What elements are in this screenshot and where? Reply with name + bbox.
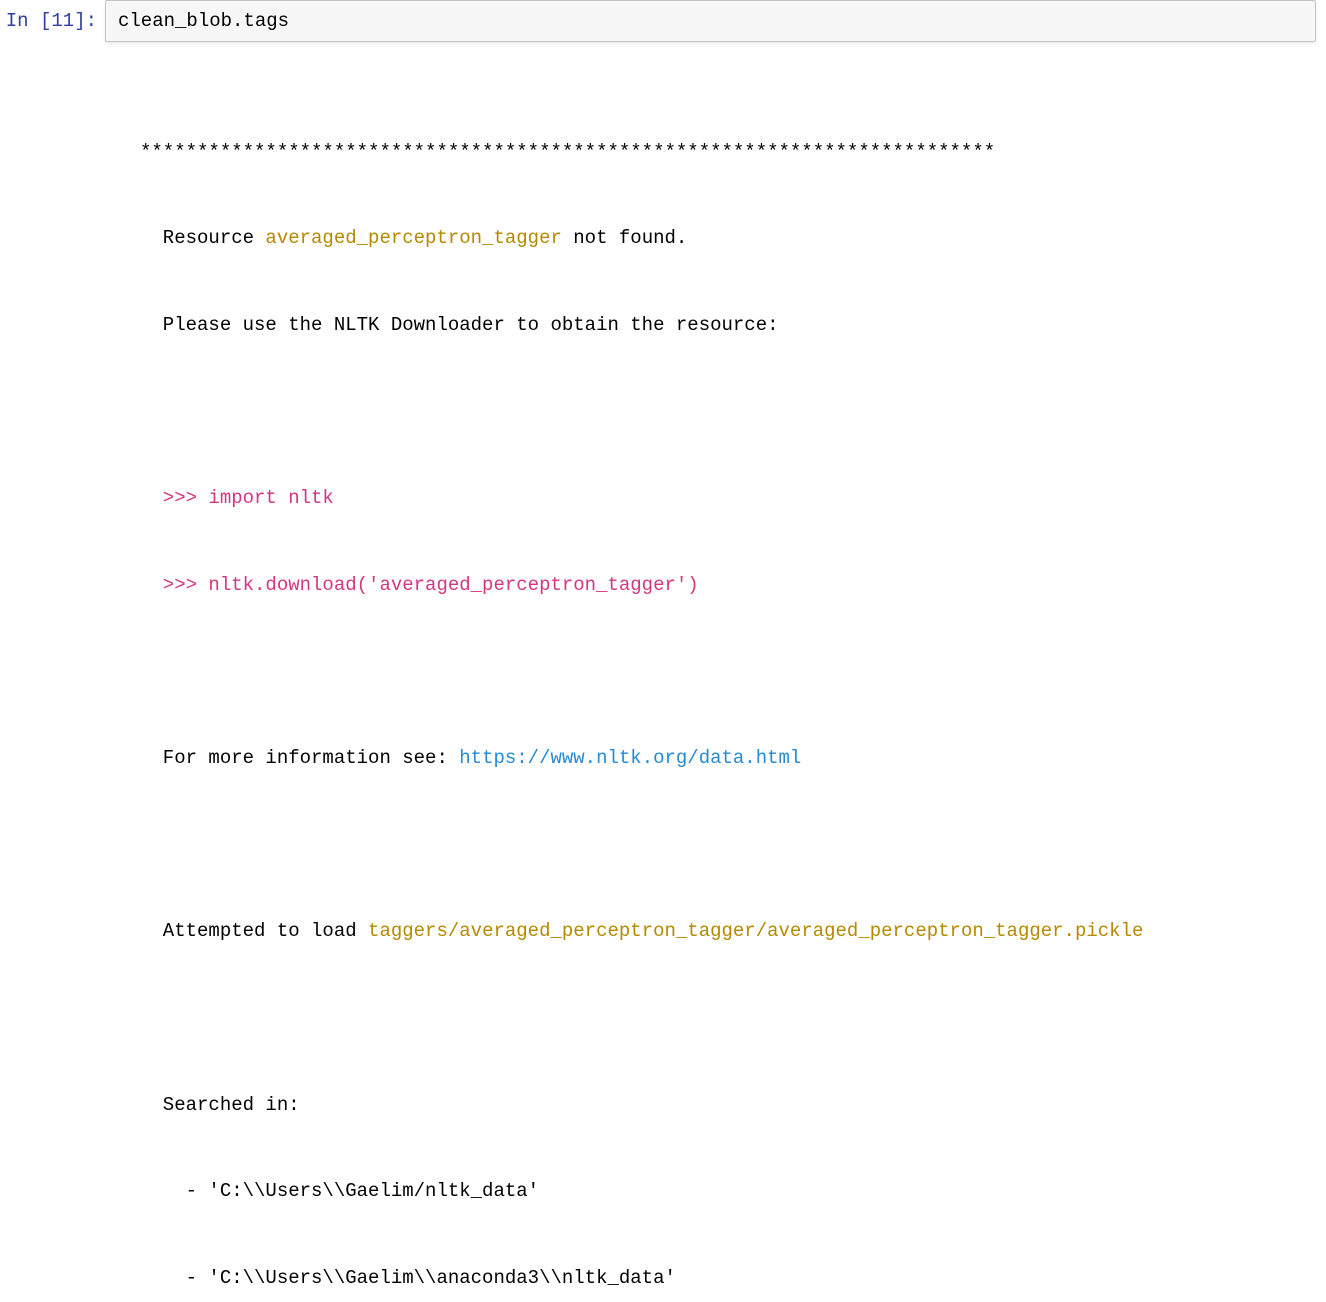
code-cell: In [11]: clean_blob.tags: [0, 0, 1326, 42]
output-stars: ****************************************…: [140, 138, 1326, 167]
output-please-line: Please use the NLTK Downloader to obtain…: [140, 311, 1326, 340]
resource-name: averaged_perceptron_tagger: [265, 227, 561, 249]
code-input[interactable]: clean_blob.tags: [105, 0, 1316, 42]
output-attempted-line: Attempted to load taggers/averaged_perce…: [140, 917, 1326, 946]
info-prefix: For more information see:: [140, 747, 459, 769]
output-searched-path-1: - 'C:\\Users\\Gaelim\\anaconda3\\nltk_da…: [140, 1264, 1326, 1293]
notebook-container: In [11]: clean_blob.tags ***************…: [0, 0, 1326, 651]
prompt-label: In [11]:: [6, 10, 97, 32]
output-resource-line: Resource averaged_perceptron_tagger not …: [140, 224, 1326, 253]
output-searched-label: Searched in:: [140, 1091, 1326, 1120]
output-code-line-1: >>> import nltk: [140, 484, 1326, 513]
output-blank: [140, 398, 1326, 427]
input-prompt: In [11]:: [0, 0, 105, 42]
info-url[interactable]: https://www.nltk.org/data.html: [459, 747, 801, 769]
output-searched-path-0: - 'C:\\Users\\Gaelim/nltk_data': [140, 1177, 1326, 1206]
resource-suffix: not found.: [562, 227, 687, 249]
input-area: clean_blob.tags: [105, 0, 1326, 42]
output-blank-3: [140, 831, 1326, 860]
output-info-line: For more information see: https://www.nl…: [140, 744, 1326, 773]
output-blank-4: [140, 1004, 1326, 1033]
output-code-line-2: >>> nltk.download('averaged_perceptron_t…: [140, 571, 1326, 600]
resource-prefix: Resource: [140, 227, 265, 249]
output-area: ****************************************…: [0, 42, 1326, 1302]
attempted-path: taggers/averaged_perceptron_tagger/avera…: [368, 920, 1143, 942]
attempted-prefix: Attempted to load: [140, 920, 368, 942]
output-blank-2: [140, 658, 1326, 687]
